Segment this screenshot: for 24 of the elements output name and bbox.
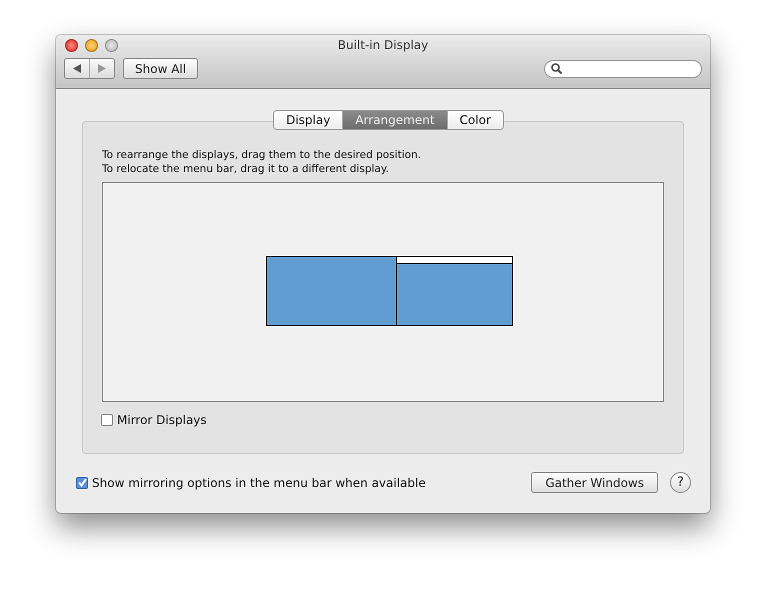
show-all-button[interactable]: Show All (123, 58, 198, 79)
checkbox-label: Show mirroring options in the menu bar when available (92, 476, 426, 490)
forward-arrow-icon[interactable] (98, 64, 106, 73)
instruction-text: To rearrange the displays, drag them to the desired position. (102, 148, 422, 162)
help-button[interactable]: ? (670, 472, 691, 493)
display-rectangle[interactable] (396, 256, 513, 326)
menu-bar-strip[interactable] (397, 257, 512, 264)
tab[interactable]: Color (446, 111, 503, 129)
tab[interactable]: Display (274, 111, 342, 129)
search-icon (551, 63, 562, 74)
display-rectangle[interactable] (266, 256, 397, 326)
search-field[interactable] (544, 60, 702, 78)
instruction-text: To relocate the menu bar, drag it to a different display. (102, 162, 390, 176)
minimize-button[interactable] (85, 38, 98, 52)
back-arrow-icon[interactable] (73, 64, 81, 73)
window-title: Built-in Display (338, 38, 428, 52)
close-button[interactable] (65, 38, 78, 52)
back-forward-control[interactable] (64, 58, 115, 79)
tab[interactable]: Arrangement (342, 111, 447, 129)
mirror-displays-checkbox[interactable] (101, 414, 113, 426)
show-mirroring-checkbox[interactable] (76, 476, 88, 488)
zoom-button[interactable] (105, 38, 118, 52)
checkbox-label: Mirror Displays (117, 413, 207, 427)
gather-windows-button[interactable]: Gather Windows (531, 472, 658, 493)
